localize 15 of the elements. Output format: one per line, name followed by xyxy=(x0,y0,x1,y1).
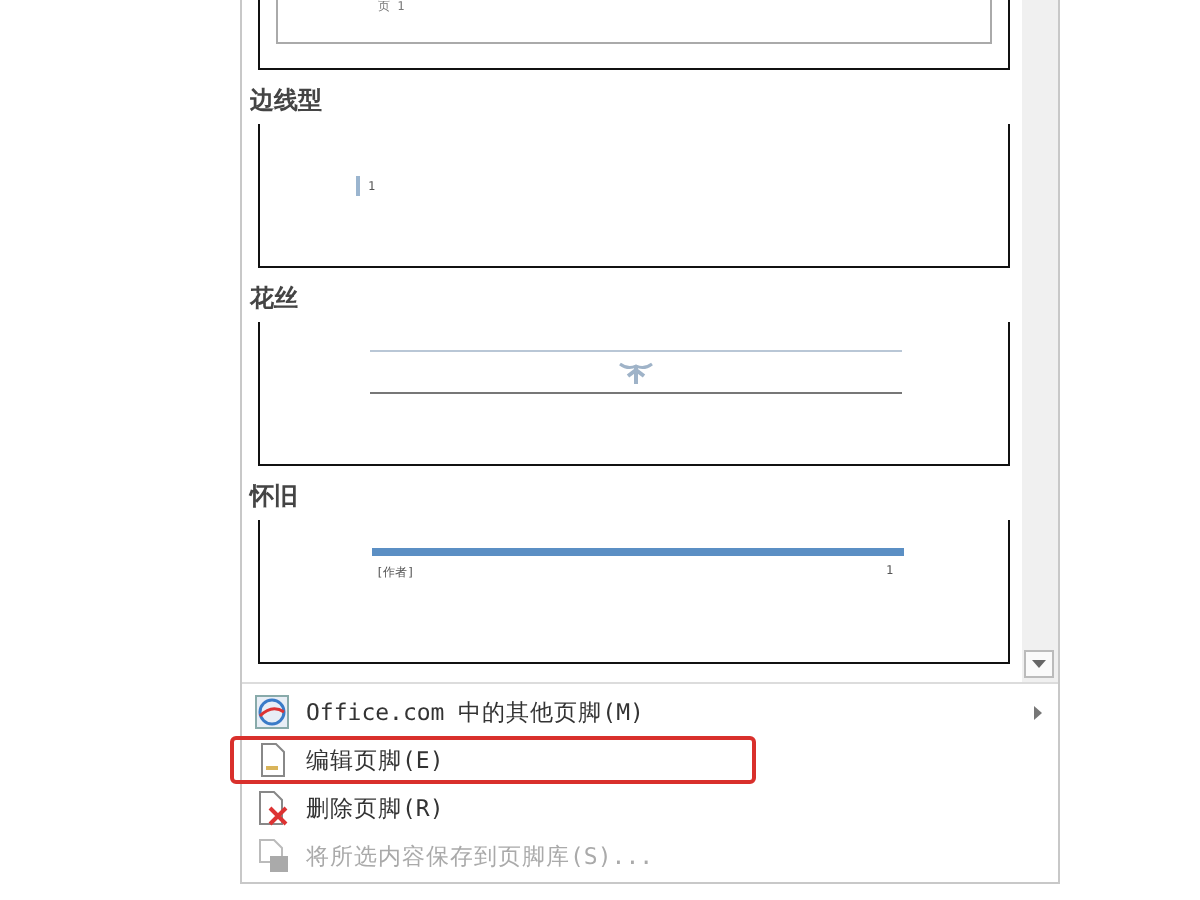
page-save-icon xyxy=(254,838,290,874)
accent-bar xyxy=(356,176,360,196)
footer-preview[interactable] xyxy=(258,322,1010,466)
section-heading: 边线型 xyxy=(248,84,324,118)
scrollbar[interactable] xyxy=(1022,0,1058,682)
section-heading: 花丝 xyxy=(248,282,300,316)
ornament-icon xyxy=(618,358,654,386)
menu-item[interactable]: 删除页脚(R) xyxy=(242,784,1058,832)
menu-item[interactable]: Office.com 中的其他页脚(M) xyxy=(242,688,1058,736)
section-heading: 怀旧 xyxy=(247,480,300,514)
globe-icon xyxy=(254,694,290,730)
scroll-down-button[interactable] xyxy=(1024,650,1054,678)
menu-item[interactable]: 编辑页脚(E) xyxy=(242,736,1058,784)
caret-icon xyxy=(1032,660,1046,668)
page-delete-icon xyxy=(254,790,290,826)
